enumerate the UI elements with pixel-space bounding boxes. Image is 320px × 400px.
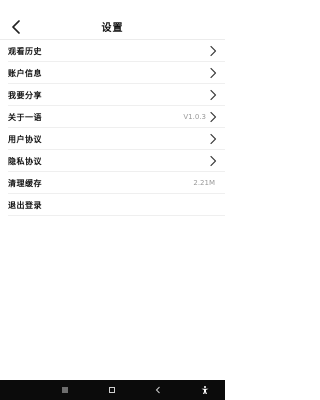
cache-size-text: 2.21M	[193, 179, 215, 187]
settings-item-label: 关于一语	[8, 112, 42, 122]
chevron-right-icon	[210, 45, 217, 57]
chevron-right-icon	[210, 67, 217, 79]
settings-list: 观看历史 账户信息 我要分享 关于一语 V1.0.3 用户协议 隐私协议 清理缓…	[0, 40, 225, 216]
settings-item-about[interactable]: 关于一语 V1.0.3	[0, 106, 225, 128]
back-triangle-icon[interactable]	[153, 385, 163, 395]
settings-item-label: 隐私协议	[8, 156, 42, 166]
settings-item-label: 观看历史	[8, 46, 42, 56]
settings-item-user-agreement[interactable]: 用户协议	[0, 128, 225, 150]
status-bar	[0, 0, 225, 11]
settings-item-label: 退出登录	[8, 200, 42, 210]
row-divider	[8, 215, 225, 216]
accessibility-icon[interactable]	[200, 385, 210, 395]
back-button[interactable]	[6, 17, 26, 37]
settings-item-clear-cache[interactable]: 清理缓存 2.21M	[0, 172, 225, 194]
chevron-right-icon	[210, 89, 217, 101]
page-title: 设置	[101, 22, 124, 34]
settings-item-label: 账户信息	[8, 68, 42, 78]
chevron-right-icon	[210, 155, 217, 167]
settings-item-account-info[interactable]: 账户信息	[0, 62, 225, 84]
settings-item-share[interactable]: 我要分享	[0, 84, 225, 106]
settings-item-logout[interactable]: 退出登录	[0, 194, 225, 216]
chevron-right-icon	[210, 133, 217, 145]
chevron-left-icon	[12, 20, 20, 34]
menu-icon[interactable]	[60, 385, 70, 395]
settings-item-label: 我要分享	[8, 90, 42, 100]
system-navigation-bar	[0, 380, 225, 400]
chevron-right-icon	[210, 111, 217, 123]
version-text: V1.0.3	[183, 113, 206, 121]
settings-item-watch-history[interactable]: 观看历史	[0, 40, 225, 62]
settings-item-privacy-policy[interactable]: 隐私协议	[0, 150, 225, 172]
square-icon[interactable]	[107, 385, 117, 395]
settings-item-label: 清理缓存	[8, 178, 42, 188]
top-app-bar: 设置	[0, 11, 225, 41]
settings-item-label: 用户协议	[8, 134, 42, 144]
